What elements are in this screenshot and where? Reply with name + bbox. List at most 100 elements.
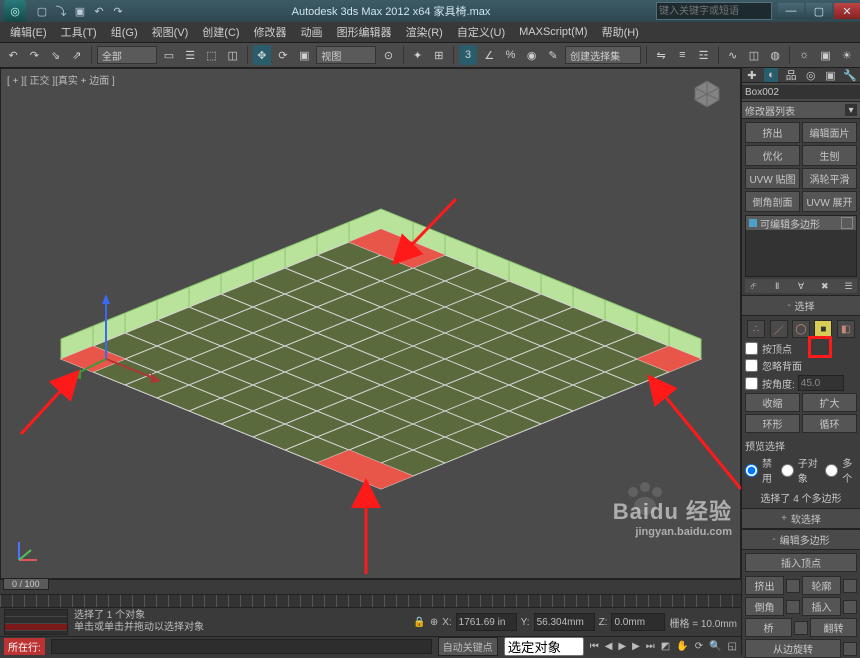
- utilities-tab-icon[interactable]: 🔧: [843, 68, 857, 82]
- select-icon[interactable]: ▭: [160, 45, 178, 65]
- grow-button[interactable]: 扩大: [802, 393, 857, 412]
- motion-tab-icon[interactable]: ◎: [804, 68, 818, 82]
- selection-filter-dropdown[interactable]: 全部: [97, 46, 157, 64]
- schematic-icon[interactable]: ◫: [745, 45, 763, 65]
- bevel-button[interactable]: 倒角: [745, 597, 784, 616]
- track-bar[interactable]: [0, 594, 741, 607]
- ref-coord-dropdown[interactable]: 视图: [316, 46, 376, 64]
- menu-help[interactable]: 帮助(H): [596, 22, 645, 42]
- remove-mod-icon[interactable]: ✖: [819, 281, 830, 292]
- menu-graph[interactable]: 图形编辑器: [331, 22, 398, 42]
- inset-settings-icon[interactable]: [843, 600, 857, 614]
- edge-level-icon[interactable]: ／: [770, 320, 788, 338]
- config-icon[interactable]: ☰: [843, 281, 854, 292]
- key-target-dropdown[interactable]: [504, 637, 584, 656]
- mini-listener[interactable]: [4, 609, 68, 635]
- menu-tools[interactable]: 工具(T): [55, 22, 103, 42]
- redo-icon[interactable]: ↷: [110, 3, 126, 19]
- bridge-settings-icon[interactable]: [794, 621, 808, 635]
- render-icon[interactable]: ☀: [838, 45, 856, 65]
- snap-toggle-icon[interactable]: 3: [459, 45, 477, 65]
- pin-stack-icon[interactable]: ⮶: [748, 281, 759, 292]
- hinge-button[interactable]: 从边旋转: [745, 639, 841, 658]
- insert-vertex-button[interactable]: 插入顶点: [745, 553, 857, 572]
- modifier-list-dropdown[interactable]: 修改器列表▾: [742, 102, 860, 119]
- stack-item-editable-poly[interactable]: 可编辑多边形: [746, 216, 856, 230]
- hierarchy-tab-icon[interactable]: 品: [784, 68, 798, 82]
- vertex-level-icon[interactable]: ∴: [747, 320, 765, 338]
- menu-views[interactable]: 视图(V): [146, 22, 195, 42]
- create-tab-icon[interactable]: ✚: [745, 68, 759, 82]
- mod-btn-4[interactable]: UVW 贴图: [745, 168, 800, 189]
- element-level-icon[interactable]: ◧: [837, 320, 855, 338]
- zoom-icon[interactable]: 🔍: [709, 641, 721, 652]
- modify-tab-icon[interactable]: ◐: [764, 68, 778, 82]
- unique-icon[interactable]: ∀: [796, 281, 807, 292]
- manipulate-icon[interactable]: ✦: [409, 45, 427, 65]
- outline-button[interactable]: 轮廓: [802, 576, 841, 595]
- scale-icon[interactable]: ▣: [295, 45, 313, 65]
- script-listener[interactable]: [51, 639, 432, 654]
- by-vertex-checkbox[interactable]: 按顶点: [745, 341, 857, 356]
- show-end-icon[interactable]: Ⅱ: [772, 281, 783, 292]
- select-name-icon[interactable]: ☰: [181, 45, 199, 65]
- rollout-selection-header[interactable]: -选择: [742, 296, 860, 316]
- close-button[interactable]: ✕: [834, 3, 860, 19]
- move-icon[interactable]: ✥: [253, 45, 271, 65]
- loop-button[interactable]: 循环: [802, 414, 857, 433]
- rollout-edit-poly-header[interactable]: -编辑多边形: [742, 530, 860, 550]
- ring-button[interactable]: 环形: [745, 414, 800, 433]
- by-angle-checkbox[interactable]: 按角度:: [745, 376, 795, 391]
- mod-btn-3[interactable]: 生刨: [802, 145, 857, 166]
- undo-icon[interactable]: ↶: [4, 45, 22, 65]
- bevel-settings-icon[interactable]: [786, 600, 800, 614]
- viewport[interactable]: [ + ][ 正交 ][真实 + 边面 ]: [0, 68, 741, 579]
- redo-icon[interactable]: ↷: [25, 45, 43, 65]
- align-icon[interactable]: ≡: [673, 45, 691, 65]
- lock-icon[interactable]: 🔒: [413, 617, 425, 628]
- curve-editor-icon[interactable]: ∿: [724, 45, 742, 65]
- goto-start-icon[interactable]: ⏮: [590, 641, 599, 652]
- edit-named-sel-icon[interactable]: ✎: [544, 45, 562, 65]
- mod-btn-6[interactable]: 倒角剖面: [745, 191, 800, 212]
- undo-icon[interactable]: ↶: [91, 3, 107, 19]
- coord-z-input[interactable]: [611, 613, 665, 631]
- hinge-settings-icon[interactable]: [843, 642, 857, 656]
- named-selection-dropdown[interactable]: 创建选择集: [565, 46, 641, 64]
- autokey-button[interactable]: 自动关键点: [438, 637, 498, 656]
- window-crossing-icon[interactable]: ◫: [224, 45, 242, 65]
- maximize-button[interactable]: ▢: [806, 3, 832, 19]
- abs-rel-icon[interactable]: ⊕: [430, 617, 438, 628]
- mod-btn-2[interactable]: 优化: [745, 145, 800, 166]
- time-slider[interactable]: 0 / 100: [0, 579, 741, 594]
- goto-end-icon[interactable]: ⏭: [646, 641, 655, 652]
- mirror-icon[interactable]: ⇋: [652, 45, 670, 65]
- keyboard-icon[interactable]: ⊞: [430, 45, 448, 65]
- pan-icon[interactable]: ✋: [676, 641, 688, 652]
- orbit-icon[interactable]: ⟳: [695, 641, 703, 652]
- shrink-button[interactable]: 收缩: [745, 393, 800, 412]
- menu-modifiers[interactable]: 修改器: [248, 22, 293, 42]
- angle-spinner[interactable]: [798, 375, 844, 391]
- play-icon[interactable]: ▶: [618, 641, 626, 652]
- angle-snap-icon[interactable]: ∠: [480, 45, 498, 65]
- outline-settings-icon[interactable]: [843, 579, 857, 593]
- modifier-stack[interactable]: 可编辑多边形: [745, 215, 857, 277]
- menu-maxscript[interactable]: MAXScript(M): [513, 24, 593, 40]
- save-icon[interactable]: ▣: [72, 3, 88, 19]
- next-frame-icon[interactable]: ▶: [632, 641, 640, 652]
- bridge-button[interactable]: 桥: [745, 618, 792, 637]
- material-editor-icon[interactable]: ◍: [766, 45, 784, 65]
- spin-snap-icon[interactable]: ◉: [523, 45, 541, 65]
- menu-group[interactable]: 组(G): [105, 22, 144, 42]
- menu-animation[interactable]: 动画: [295, 22, 329, 42]
- display-tab-icon[interactable]: ▣: [823, 68, 837, 82]
- help-search-input[interactable]: [656, 2, 772, 20]
- mod-btn-7[interactable]: UVW 展开: [802, 191, 857, 212]
- mod-btn-5[interactable]: 涡轮平滑: [802, 168, 857, 189]
- ignore-backface-checkbox[interactable]: 忽略背面: [745, 358, 857, 373]
- rollout-soft-selection-header[interactable]: +软选择: [742, 509, 860, 529]
- app-menu-icon[interactable]: ◎: [4, 0, 26, 22]
- flip-button[interactable]: 翻转: [810, 618, 857, 637]
- mod-btn-1[interactable]: 编辑面片: [802, 122, 857, 143]
